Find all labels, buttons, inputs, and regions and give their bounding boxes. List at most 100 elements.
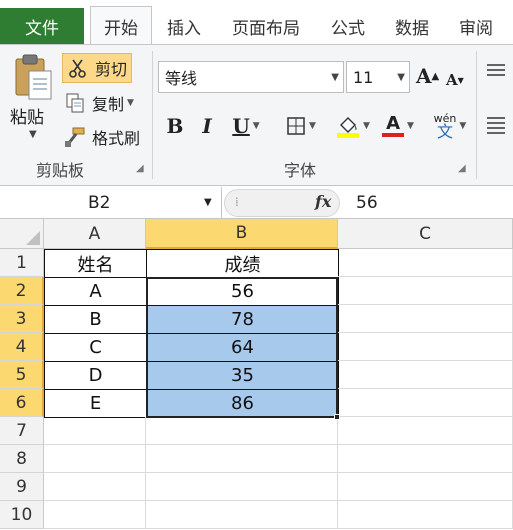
cell-b5[interactable]: 35 — [146, 361, 339, 390]
cell-c2[interactable] — [338, 277, 513, 305]
cell-a9[interactable] — [44, 473, 146, 501]
select-all-button[interactable] — [0, 219, 44, 249]
align-left-icon[interactable] — [485, 115, 507, 135]
cut-button[interactable]: 剪切 — [62, 53, 132, 83]
fill-color-button[interactable]: ▼ — [334, 111, 372, 141]
row-header[interactable]: 3 — [0, 305, 44, 333]
cell-a4[interactable]: C — [44, 333, 147, 362]
cell-b6[interactable]: 86 — [146, 389, 339, 418]
cell-b9[interactable] — [146, 473, 338, 501]
font-color-dropdown-icon[interactable]: ▼ — [407, 121, 414, 131]
cell-a2[interactable]: A — [44, 277, 147, 306]
worksheet-grid: A B C 1 2 3 4 5 6 7 8 9 10 姓名 成绩 A 56 B … — [0, 219, 513, 530]
tab-data[interactable]: 数据 — [384, 8, 440, 44]
cell-c9[interactable] — [338, 473, 513, 501]
tab-review[interactable]: 审阅 — [448, 8, 504, 44]
row-header[interactable]: 8 — [0, 445, 44, 473]
copy-icon — [66, 93, 84, 113]
paste-dropdown-icon[interactable]: ▼ — [29, 129, 37, 140]
italic-button[interactable]: I — [196, 111, 218, 141]
cell-b1[interactable]: 成绩 — [146, 249, 339, 278]
clipboard-group-label: 剪贴板 — [36, 161, 85, 180]
cell-b2-active[interactable]: 56 — [146, 277, 339, 306]
cell-b3[interactable]: 78 — [146, 305, 339, 334]
row-header[interactable]: 10 — [0, 501, 44, 529]
bold-button[interactable]: B — [164, 111, 186, 141]
cell-b8[interactable] — [146, 445, 338, 473]
cell-a1[interactable]: 姓名 — [44, 249, 147, 278]
cell-c1[interactable] — [338, 249, 513, 277]
column-header-b[interactable]: B — [146, 219, 338, 249]
borders-dropdown-icon[interactable]: ▼ — [309, 121, 316, 131]
cell-a6[interactable]: E — [44, 389, 147, 418]
splitter-handle-icon[interactable]: ⁞ — [235, 195, 239, 209]
name-box[interactable]: B2 — [0, 187, 222, 219]
tab-formulas[interactable]: 公式 — [320, 8, 376, 44]
tab-insert[interactable]: 插入 — [156, 8, 212, 44]
column-header-c[interactable]: C — [338, 219, 513, 249]
formula-input[interactable]: 56 — [356, 187, 378, 219]
shrink-font-icon: A — [446, 71, 458, 89]
fill-handle[interactable] — [334, 414, 340, 420]
font-name-dropdown-icon[interactable]: ▼ — [331, 72, 339, 83]
tab-home[interactable]: 开始 — [90, 6, 152, 45]
cell-a10[interactable] — [44, 501, 146, 529]
ribbon-tab-bar: 文件 开始 插入 页面布局 公式 数据 审阅 — [0, 0, 513, 45]
group-separator — [476, 51, 477, 179]
column-header-a[interactable]: A — [44, 219, 146, 249]
font-size-select[interactable]: 11 ▼ — [346, 61, 410, 93]
font-name-select[interactable]: 等线 ▼ — [158, 61, 344, 93]
row-header[interactable]: 1 — [0, 249, 44, 277]
phonetic-dropdown-icon[interactable]: ▼ — [459, 121, 466, 131]
font-name-value: 等线 — [165, 69, 198, 88]
cell-b7[interactable] — [146, 417, 338, 445]
name-box-dropdown-icon[interactable]: ▼ — [204, 197, 212, 208]
grow-font-button[interactable]: A ▲ — [416, 61, 439, 91]
format-painter-button[interactable]: 格式刷 — [64, 123, 140, 151]
row-header[interactable]: 9 — [0, 473, 44, 501]
cell-c8[interactable] — [338, 445, 513, 473]
row-header[interactable]: 7 — [0, 417, 44, 445]
tab-page-layout[interactable]: 页面布局 — [222, 8, 310, 44]
align-top-icon[interactable] — [485, 63, 507, 79]
group-separator — [152, 51, 153, 179]
row-header[interactable]: 2 — [0, 277, 44, 305]
row-header[interactable]: 4 — [0, 333, 44, 361]
phonetic-icon: 文 — [437, 121, 454, 141]
shrink-font-button[interactable]: A ▼ — [446, 65, 464, 95]
cell-a7[interactable] — [44, 417, 146, 445]
cell-a5[interactable]: D — [44, 361, 147, 390]
cell-c10[interactable] — [338, 501, 513, 529]
tab-file[interactable]: 文件 — [0, 8, 84, 44]
font-launcher-icon[interactable]: ◢ — [458, 163, 466, 174]
fill-color-dropdown-icon[interactable]: ▼ — [363, 121, 370, 131]
cell-c5[interactable] — [338, 361, 513, 389]
cell-c4[interactable] — [338, 333, 513, 361]
formula-bar: B2 ▼ ⁞ fx 56 — [0, 187, 513, 219]
font-group-label: 字体 — [284, 161, 317, 180]
cell-c7[interactable] — [338, 417, 513, 445]
cell-a3[interactable]: B — [44, 305, 147, 334]
underline-icon: U — [232, 114, 250, 138]
cell-b10[interactable] — [146, 501, 338, 529]
insert-function-button[interactable]: fx — [315, 192, 331, 211]
row-header[interactable]: 6 — [0, 389, 44, 417]
phonetic-button[interactable]: wén 文 ▼ — [430, 111, 470, 141]
underline-button[interactable]: U ▼ — [226, 111, 266, 141]
copy-button[interactable]: 复制 ▼ — [64, 89, 134, 117]
cell-b4[interactable]: 64 — [146, 333, 339, 362]
borders-button[interactable]: ▼ — [280, 111, 322, 141]
paste-icon — [15, 54, 52, 100]
scissors-icon — [69, 59, 86, 78]
cell-c6[interactable] — [338, 389, 513, 417]
copy-label: 复制 — [92, 95, 125, 114]
clipboard-launcher-icon[interactable]: ◢ — [136, 163, 144, 174]
row-header[interactable]: 5 — [0, 361, 44, 389]
cell-a8[interactable] — [44, 445, 146, 473]
font-color-button[interactable]: A ▼ — [378, 111, 418, 141]
font-size-dropdown-icon[interactable]: ▼ — [397, 72, 405, 83]
copy-dropdown-icon[interactable]: ▼ — [127, 98, 134, 108]
underline-dropdown-icon[interactable]: ▼ — [253, 121, 260, 131]
cell-c3[interactable] — [338, 305, 513, 333]
fill-color-icon — [337, 117, 360, 138]
